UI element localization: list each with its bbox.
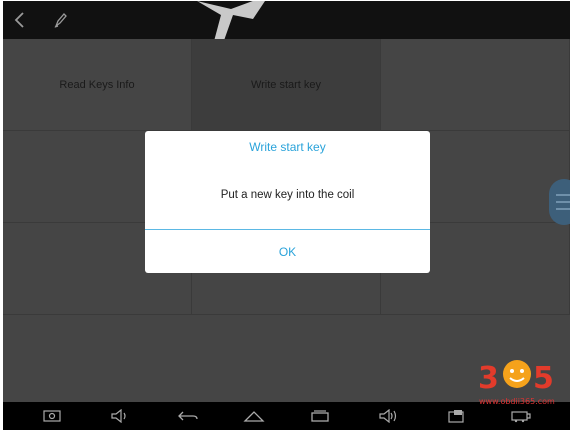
ok-button[interactable]: OK [145,230,430,273]
watermark-url: www.obdii365.com [479,397,555,406]
android-nav-bar [3,402,570,430]
screenshot-icon[interactable] [39,405,65,427]
read-keys-info-tile[interactable]: Read Keys Info [3,39,192,131]
back-icon[interactable] [7,7,33,33]
volume-down-icon[interactable] [107,405,133,427]
edit-icon[interactable] [47,7,73,33]
home-icon[interactable] [241,405,267,427]
volume-up-icon[interactable] [375,405,401,427]
watermark-logo: 3 5 www.obdii365.com [475,344,565,406]
dialog-message: Put a new key into the coil [220,189,355,201]
side-menu-handle[interactable] [549,179,570,225]
svg-text:3: 3 [478,361,499,396]
write-start-key-tile[interactable]: Write start key [192,39,381,131]
app-icon[interactable] [443,405,469,427]
vci-icon[interactable] [508,405,534,427]
top-bar [3,1,570,49]
tile-label: Read Keys Info [59,79,135,91]
tile-label: Write start key [250,79,322,91]
dialog-title: Write start key [249,140,326,154]
svg-text:5: 5 [533,361,554,396]
device-screen: Read Keys Info Write start key Write sta… [3,1,570,430]
back-icon[interactable] [175,405,201,427]
write-start-key-dialog: Write start key Put a new key into the c… [145,131,430,273]
recent-apps-icon[interactable] [307,405,333,427]
empty-tile [381,39,570,131]
